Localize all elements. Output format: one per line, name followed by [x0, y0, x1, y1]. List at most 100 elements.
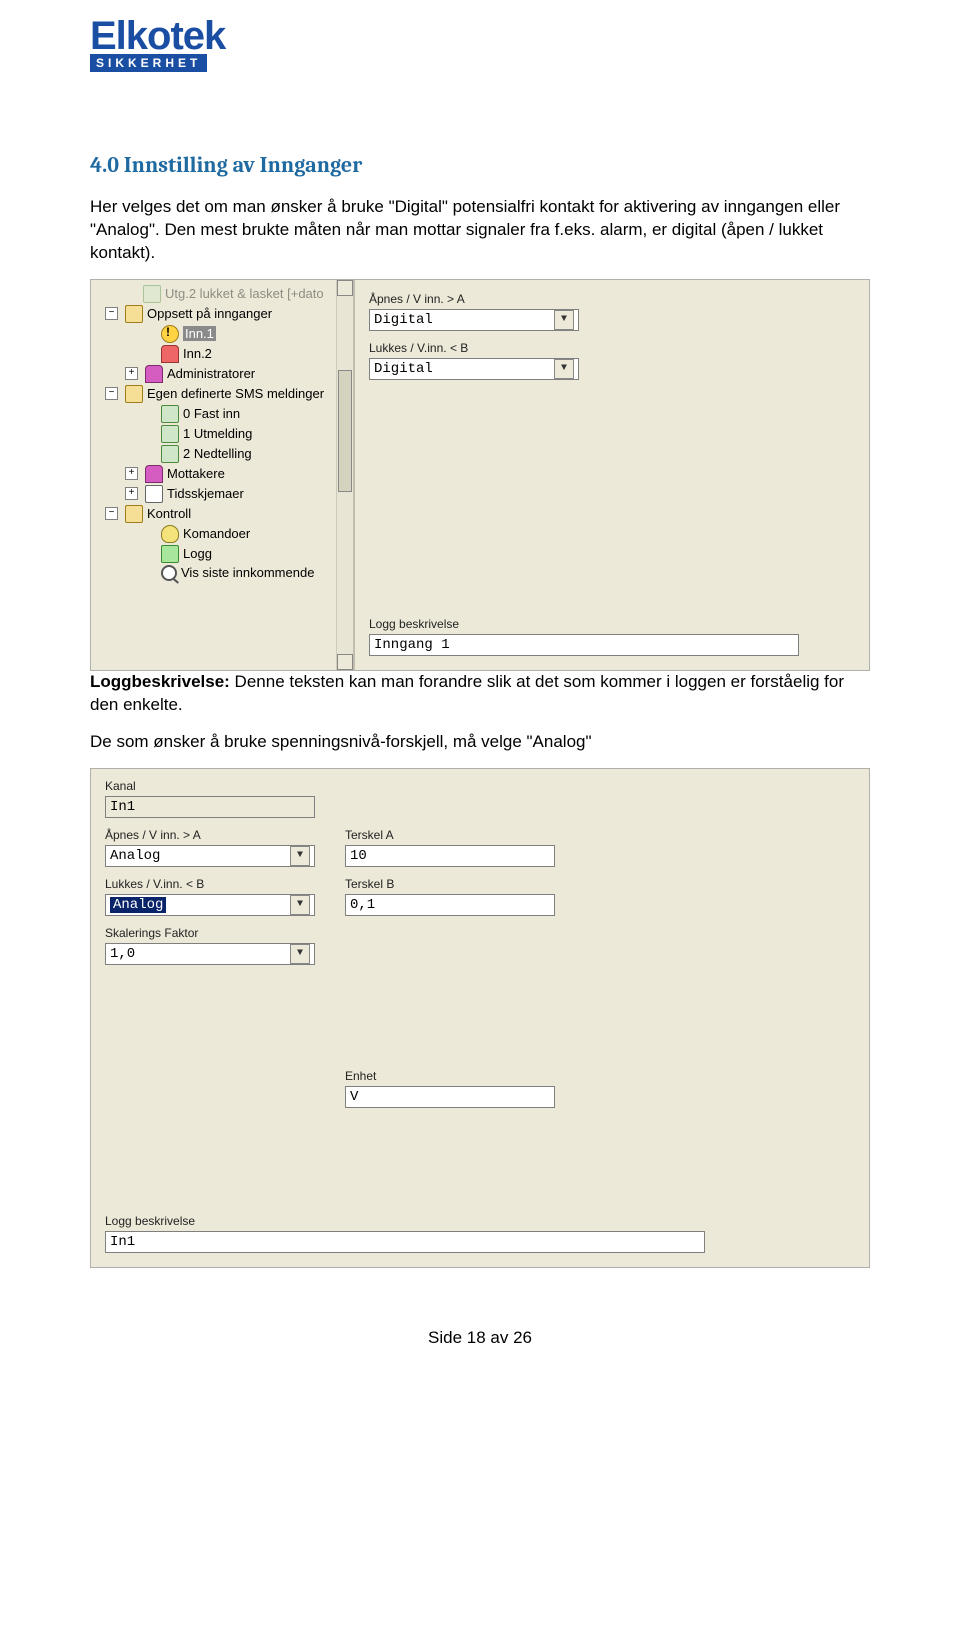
scroll-thumb[interactable] [338, 370, 352, 492]
folderop-icon [125, 305, 143, 323]
terskelA-label: Terskel A [345, 828, 555, 842]
lukkes-value: Digital [374, 361, 433, 377]
terskelA-input[interactable]: 10 [345, 845, 555, 867]
apnes2-label: Åpnes / V inn. > A [105, 828, 315, 842]
skalering-value: 1,0 [110, 946, 135, 962]
page-number: Side 18 av 26 [90, 1328, 870, 1348]
spacer-icon [143, 528, 154, 539]
lukkes2-value: Analog [110, 897, 166, 913]
expand-icon[interactable]: + [125, 487, 138, 500]
chevron-down-icon: ▼ [554, 359, 574, 379]
chevron-down-icon: ▼ [290, 846, 310, 866]
tree-item[interactable]: 1 Utmelding [97, 424, 347, 444]
tree-item[interactable]: +Mottakere [97, 464, 347, 484]
logg2-input[interactable]: In1 [105, 1231, 705, 1253]
spacer-icon [143, 328, 154, 339]
enhet-label: Enhet [345, 1069, 555, 1083]
collapse-icon[interactable]: − [105, 307, 118, 320]
tree-item-label: Administratorer [167, 366, 255, 381]
spacer-icon [143, 567, 154, 578]
terskelB-input[interactable]: 0,1 [345, 894, 555, 916]
settings-panel-analog: Kanal In1 Åpnes / V inn. > A Analog ▼ Lu… [90, 768, 870, 1268]
logg2-label: Logg beskrivelse [105, 1214, 855, 1228]
tree-item[interactable]: Logg [97, 544, 347, 564]
magnify-icon [161, 565, 177, 581]
persons-icon [145, 365, 163, 383]
tree-item[interactable]: Komandoer [97, 524, 347, 544]
tree-item[interactable]: 0 Fast inn [97, 404, 347, 424]
grid-icon [161, 405, 179, 423]
folderop-icon [125, 505, 143, 523]
tree-item-label: Komandoer [183, 526, 250, 541]
tree-item-label: Tidsskjemaer [167, 486, 244, 501]
tree-item-label: 2 Nedtelling [183, 446, 252, 461]
settings-panel-digital: Utg.2 lukket & lasket [+dato − Oppsett på… [90, 279, 870, 671]
apnes2-value: Analog [110, 848, 160, 864]
excl-icon [161, 325, 179, 343]
expand-icon[interactable]: + [125, 367, 138, 380]
skalering-select[interactable]: 1,0 ▼ [105, 943, 315, 965]
paragraph-2: Loggbeskrivelse: Denne teksten kan man f… [90, 671, 870, 717]
paragraph-3: De som ønsker å bruke spenningsnivå-fors… [90, 731, 870, 754]
log-icon [161, 545, 179, 563]
tree-item[interactable]: Vis siste innkommende [97, 564, 347, 582]
tree-item-fade: Utg.2 lukket & lasket [+dato [97, 284, 347, 304]
collapse-icon[interactable]: − [105, 507, 118, 520]
tree-item-label: Egen definerte SMS meldinger [147, 386, 324, 401]
expand-icon[interactable]: + [125, 467, 138, 480]
tree-item[interactable]: Inn.1 [97, 324, 347, 344]
tree-item[interactable]: 2 Nedtelling [97, 444, 347, 464]
lukkes-label: Lukkes / V.inn. < B [369, 341, 855, 355]
persons-icon [145, 465, 163, 483]
tree-item-label: Oppsett på innganger [147, 306, 272, 321]
spacer-icon [143, 348, 154, 359]
section-heading: 4.0 Innstilling av Innganger [90, 152, 870, 178]
fields-panel: Åpnes / V inn. > A Digital ▼ Lukkes / V.… [353, 280, 869, 670]
lukkes-select[interactable]: Digital ▼ [369, 358, 579, 380]
chevron-down-icon: ▼ [290, 944, 310, 964]
scrollbar[interactable] [336, 280, 353, 670]
logo-name: Elkotek [90, 18, 870, 54]
tree-item-label: Inn.1 [183, 326, 216, 341]
skalering-label: Skalerings Faktor [105, 926, 315, 940]
kanal-input: In1 [105, 796, 315, 818]
bulb-icon [161, 525, 179, 543]
kanal-label: Kanal [105, 779, 855, 793]
tree-item[interactable]: Inn.2 [97, 344, 347, 364]
grid-icon [161, 445, 179, 463]
logg-label: Logg beskrivelse [369, 617, 855, 631]
apnes-select[interactable]: Digital ▼ [369, 309, 579, 331]
lukkes2-select[interactable]: Analog ▼ [105, 894, 315, 916]
enhet-value: V [350, 1089, 358, 1105]
tree-item-label: 1 Utmelding [183, 426, 252, 441]
apnes-value: Digital [374, 312, 433, 328]
apnes-label: Åpnes / V inn. > A [369, 292, 855, 306]
apnes2-select[interactable]: Analog ▼ [105, 845, 315, 867]
tree-item[interactable]: − Egen definerte SMS meldinger [97, 384, 347, 404]
terskelB-value: 0,1 [350, 897, 375, 913]
spacer-icon [143, 428, 154, 439]
terskelB-label: Terskel B [345, 877, 555, 891]
tree-item[interactable]: + Tidsskjemaer [97, 484, 347, 504]
logg-value: Inngang 1 [374, 637, 450, 653]
spacer-icon [143, 448, 154, 459]
tree-item[interactable]: − Oppsett på innganger [97, 304, 347, 324]
tree-view[interactable]: Utg.2 lukket & lasket [+dato − Oppsett på… [91, 280, 353, 670]
spacer-icon [143, 408, 154, 419]
tree-item-label: Logg [183, 546, 212, 561]
chevron-down-icon: ▼ [554, 310, 574, 330]
brand-logo: Elkotek SIKKERHET [90, 18, 870, 72]
kanal-value: In1 [110, 799, 135, 815]
logg-input[interactable]: Inngang 1 [369, 634, 799, 656]
enhet-input[interactable]: V [345, 1086, 555, 1108]
tree-item-label: Inn.2 [183, 346, 212, 361]
folderop-icon [125, 385, 143, 403]
collapse-icon[interactable]: − [105, 387, 118, 400]
tree-item-label: Vis siste innkommende [181, 565, 314, 580]
lukkes2-label: Lukkes / V.inn. < B [105, 877, 315, 891]
chevron-down-icon: ▼ [290, 895, 310, 915]
tree-item[interactable]: −Kontroll [97, 504, 347, 524]
paragraph-1: Her velges det om man ønsker å bruke "Di… [90, 196, 870, 265]
tree-item[interactable]: + Administratorer [97, 364, 347, 384]
terskelA-value: 10 [350, 848, 367, 864]
